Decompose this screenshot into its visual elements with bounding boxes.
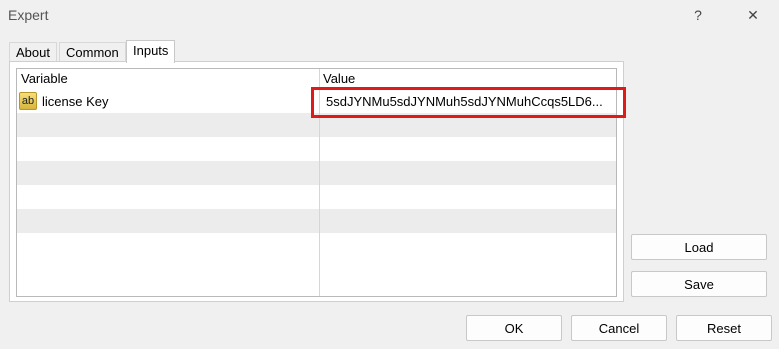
save-button[interactable]: Save bbox=[631, 271, 767, 297]
column-header-value[interactable]: Value bbox=[319, 69, 616, 88]
empty-row bbox=[17, 137, 616, 161]
window-title: Expert bbox=[8, 7, 49, 23]
help-button[interactable]: ? bbox=[678, 0, 718, 30]
value-highlight-box bbox=[311, 87, 626, 118]
empty-row bbox=[17, 209, 616, 233]
string-type-icon: ab bbox=[19, 92, 37, 110]
reset-button[interactable]: Reset bbox=[676, 315, 772, 341]
cancel-button[interactable]: Cancel bbox=[571, 315, 667, 341]
variable-name: license Key bbox=[42, 93, 109, 109]
close-button[interactable]: ✕ bbox=[733, 0, 773, 30]
close-icon: ✕ bbox=[747, 6, 759, 23]
ok-button[interactable]: OK bbox=[466, 315, 562, 341]
empty-row bbox=[17, 161, 616, 185]
load-button[interactable]: Load bbox=[631, 234, 767, 260]
title-bar: Expert ? ✕ bbox=[0, 0, 779, 30]
variable-cell[interactable]: ab license Key bbox=[17, 89, 319, 113]
tab-about[interactable]: About bbox=[9, 42, 57, 62]
column-header-variable[interactable]: Variable bbox=[17, 69, 319, 88]
tab-common[interactable]: Common bbox=[59, 42, 126, 62]
tab-bar: About Common Inputs bbox=[9, 40, 624, 63]
tab-inputs[interactable]: Inputs bbox=[126, 40, 176, 63]
help-icon: ? bbox=[694, 7, 702, 23]
empty-row bbox=[17, 185, 616, 209]
